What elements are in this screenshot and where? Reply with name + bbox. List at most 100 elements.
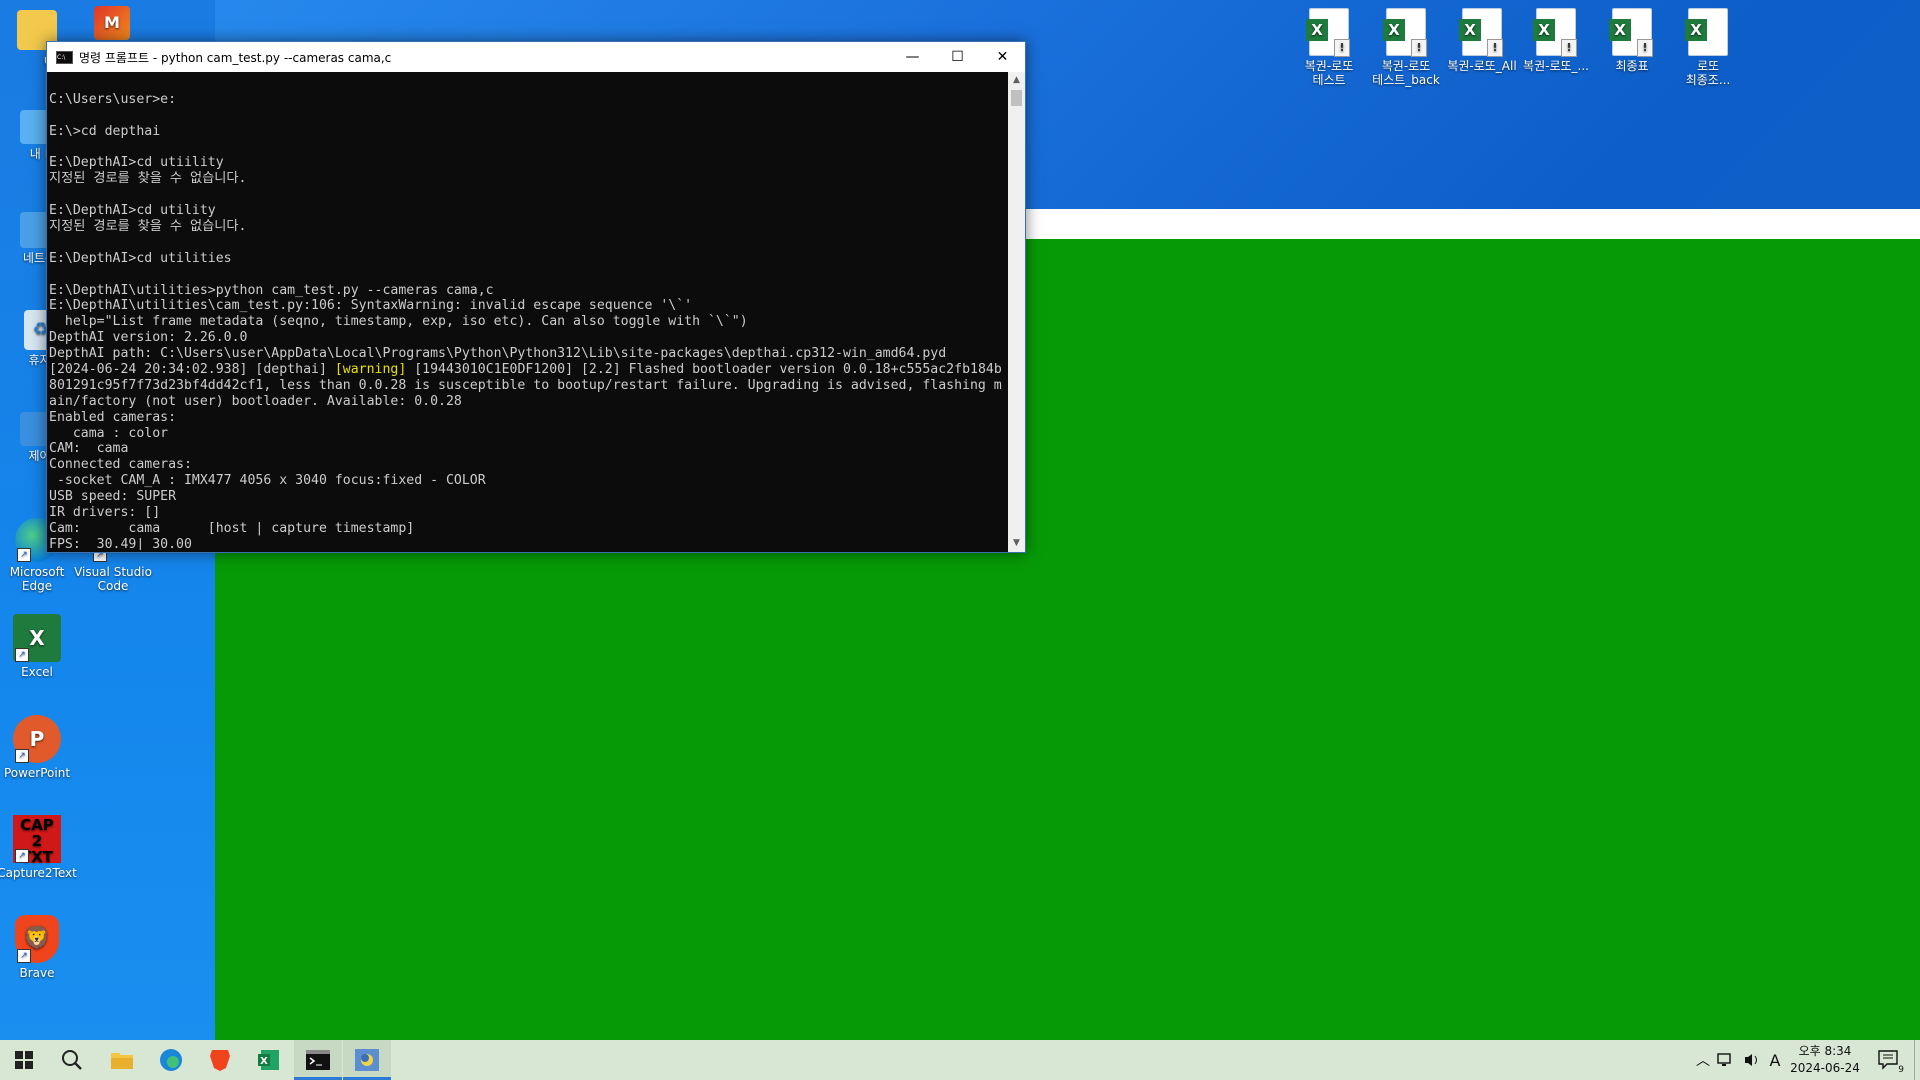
console-line: Connected cameras: [49, 457, 192, 473]
clock[interactable]: 오후 8:34 2024-06-24 [1785, 1043, 1865, 1077]
excel-icon: X [258, 1050, 279, 1070]
desktop-icon-excel-file[interactable]: X 로또 최종조... [1668, 8, 1748, 87]
desktop-icon-label: 복권-로또 [1304, 59, 1354, 73]
brave-icon: 🦁 ↗ [15, 915, 59, 963]
console-line: E:\>cd depthai [49, 123, 161, 139]
shortcut-arrow-icon: ↗ [17, 949, 31, 963]
search-button[interactable] [48, 1040, 96, 1080]
excel-icon: X ↗ [13, 614, 61, 662]
scroll-up-icon[interactable]: ▲ [1008, 72, 1025, 89]
taskbar-file-explorer[interactable] [98, 1040, 146, 1080]
taskbar-excel[interactable]: X [245, 1040, 293, 1080]
console-icon [306, 1050, 330, 1070]
volume-tray-icon[interactable] [1740, 1040, 1764, 1080]
excel-file-icon: X [1685, 8, 1728, 56]
notification-count: 9 [1898, 1065, 1904, 1075]
network-tray-icon[interactable] [1714, 1040, 1738, 1080]
taskbar-edge[interactable] [147, 1040, 195, 1080]
desktop-icon-excel-file[interactable]: X! 복권-로또 테스트 [1289, 8, 1369, 87]
warning-icon: ! [1561, 39, 1577, 57]
show-desktop-button[interactable] [1914, 1040, 1920, 1080]
console-line: Cam: cama [host | capture timestamp] [49, 520, 415, 536]
maximize-button[interactable]: ☐ [935, 42, 980, 72]
python-window-icon [355, 1049, 379, 1071]
desktop-icon-label: Brave [19, 966, 55, 980]
console-line: E:\DepthAI>cd utilities [49, 250, 232, 266]
minimize-button[interactable]: — [890, 42, 935, 72]
desktop-icon-brave[interactable]: 🦁 ↗ Brave [0, 915, 77, 980]
desktop-icon-label: 테스트 [1312, 73, 1346, 87]
desktop-icon-excel-file[interactable]: X! 복권-로또_All [1440, 8, 1524, 73]
search-icon [62, 1050, 82, 1070]
console-line: E:\DepthAI>cd utiility [49, 155, 224, 171]
start-button[interactable] [0, 1040, 48, 1080]
warning-tag: [warning] [334, 362, 407, 378]
desktop-icon-excel-file[interactable]: X! 복권-로또 테스트_back [1366, 8, 1446, 87]
desktop-icon-label: PowerPoint [3, 766, 71, 780]
shortcut-arrow-icon: ↗ [15, 648, 29, 662]
vertical-scrollbar[interactable]: ▲ ▼ [1008, 72, 1025, 552]
shortcut-arrow-icon: ↗ [17, 548, 31, 562]
excel-file-icon: X! [1609, 8, 1653, 57]
desktop-icon-powerpoint[interactable]: P ↗ PowerPoint [0, 715, 77, 780]
desktop-icon-label: 최종조... [1685, 73, 1731, 87]
desktop-icon-office[interactable]: M [72, 6, 152, 43]
warning-icon: ! [1411, 39, 1427, 57]
folder-icon [111, 1053, 133, 1069]
ime-indicator[interactable]: A [1764, 1040, 1786, 1080]
excel-file-icon: X! [1533, 8, 1577, 57]
desktop-icon-label: Microsoft Edge [9, 565, 65, 593]
close-button[interactable]: ✕ [980, 42, 1025, 72]
console-line: C:\Users\user>e: [49, 91, 177, 107]
svg-text:X: X [260, 1056, 268, 1067]
brave-icon [210, 1050, 230, 1071]
scroll-down-icon[interactable]: ▼ [1008, 535, 1025, 552]
desktop-icon-label: 복권-로또_All [1447, 59, 1517, 73]
scroll-thumb[interactable] [1011, 90, 1022, 106]
console-line: USB speed: SUPER [49, 489, 177, 505]
chevron-up-icon: ︿ [1696, 1053, 1710, 1069]
capture2text-icon: CAP 2 TXT ↗ [13, 815, 61, 865]
desktop-icon-capture2text[interactable]: CAP 2 TXT ↗ Capture2Text [0, 815, 77, 880]
desktop-icon-excel[interactable]: X ↗ Excel [0, 614, 77, 679]
edge-icon [160, 1049, 182, 1071]
window-title: 명령 프롬프트 - python cam_test.py --cameras c… [79, 51, 392, 65]
desktop-icon-label: 로또 [1696, 59, 1720, 73]
console-line: -socket CAM_A : IMX477 4056 x 3040 focus… [49, 473, 486, 489]
taskbar-brave[interactable] [196, 1040, 244, 1080]
console-line: E:\DepthAI>cd utility [49, 203, 216, 219]
show-hidden-icons-button[interactable]: ︿ [1692, 1040, 1714, 1080]
powerpoint-icon: P ↗ [13, 715, 61, 763]
console-icon: C:\ [56, 51, 73, 64]
command-prompt-window[interactable]: C:\ 명령 프롬프트 - python cam_test.py --camer… [46, 41, 1026, 553]
clock-date: 2024-06-24 [1790, 1061, 1860, 1075]
console-line: FPS: 30.49| 30.00 [49, 536, 192, 550]
console-output[interactable]: C:\Users\user>e: E:\>cd depthai E:\DepthAI… [49, 76, 1004, 550]
shortcut-arrow-icon: ↗ [15, 849, 29, 863]
console-line: 801291c95f7f73d23bf4dd42cf1, less than 0… [49, 377, 1002, 393]
desktop-icon-label: Visual Studio Code [74, 565, 152, 593]
clock-time: 오후 8:34 [1798, 1044, 1852, 1058]
console-line: help="List frame metadata (seqno, timest… [49, 314, 748, 330]
console-line: 지정된 경로를 찾을 수 없습니다. [49, 219, 247, 235]
console-line: 지정된 경로를 찾을 수 없습니다. [49, 171, 247, 187]
console-line: DepthAI path: C:\Users\user\AppData\Loca… [49, 346, 947, 362]
taskbar-python[interactable] [343, 1040, 391, 1080]
console-line: CAM: cama [49, 441, 129, 457]
notification-center-button[interactable]: 9 [1872, 1040, 1906, 1080]
console-line: E:\DepthAI\utilities\cam_test.py:106: Sy… [49, 298, 693, 314]
desktop-icon-label: 복권-로또_... [1523, 59, 1589, 73]
taskbar: X ︿ A 오후 8:34 2024-06-24 9 [0, 1040, 1920, 1080]
taskbar-command-prompt[interactable] [294, 1040, 342, 1080]
warning-icon: ! [1637, 39, 1653, 57]
window-titlebar[interactable]: C:\ 명령 프롬프트 - python cam_test.py --camer… [47, 42, 1025, 72]
desktop-icon-excel-file[interactable]: X! 최종표 [1592, 8, 1672, 73]
desktop-icon-excel-file[interactable]: X! 복권-로또_... [1516, 8, 1596, 73]
console-line: DepthAI version: 2.26.0.0 [49, 330, 248, 346]
excel-file-icon: X! [1306, 8, 1350, 57]
